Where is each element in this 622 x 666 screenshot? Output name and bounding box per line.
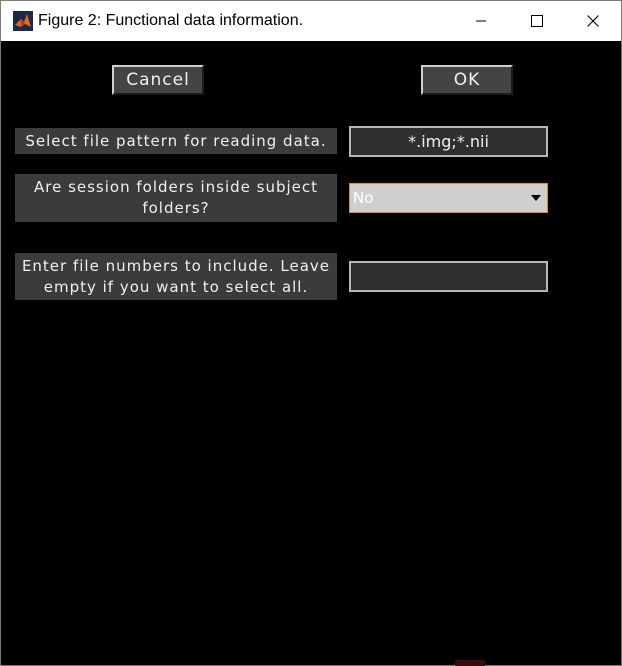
chevron-down-icon xyxy=(531,195,541,201)
close-button[interactable] xyxy=(564,1,621,41)
file-pattern-label-text: Select file pattern for reading data. xyxy=(25,131,327,150)
close-icon xyxy=(586,15,599,27)
figure-content: Cancel OK Select file pattern for readin… xyxy=(1,41,621,665)
window-title: Figure 2: Functional data information. xyxy=(38,12,304,29)
figure-window: Figure 2: Functional data information. C… xyxy=(0,0,622,666)
file-numbers-label-text: Enter file numbers to include. Leave emp… xyxy=(21,256,331,296)
file-pattern-input[interactable]: *.img;*.nii xyxy=(349,126,548,157)
matlab-icon xyxy=(13,11,33,31)
file-pattern-label: Select file pattern for reading data. xyxy=(15,128,337,154)
maximize-icon xyxy=(530,15,543,27)
file-numbers-input[interactable] xyxy=(349,261,548,292)
minimize-button[interactable] xyxy=(452,1,509,41)
session-folders-label-text: Are session folders inside subject folde… xyxy=(33,178,319,217)
session-folders-dropdown[interactable]: No xyxy=(349,183,548,213)
maximize-button[interactable] xyxy=(508,1,565,41)
minimize-icon xyxy=(475,20,486,22)
cancel-button[interactable]: Cancel xyxy=(112,65,204,95)
taskbar-indicator xyxy=(455,660,485,666)
ok-button[interactable]: OK xyxy=(421,65,513,95)
title-bar[interactable]: Figure 2: Functional data information. xyxy=(1,1,621,41)
file-numbers-label: Enter file numbers to include. Leave emp… xyxy=(15,253,337,300)
session-folders-selected: No xyxy=(353,189,374,207)
file-pattern-value: *.img;*.nii xyxy=(408,132,489,151)
session-folders-label: Are session folders inside subject folde… xyxy=(15,174,337,222)
